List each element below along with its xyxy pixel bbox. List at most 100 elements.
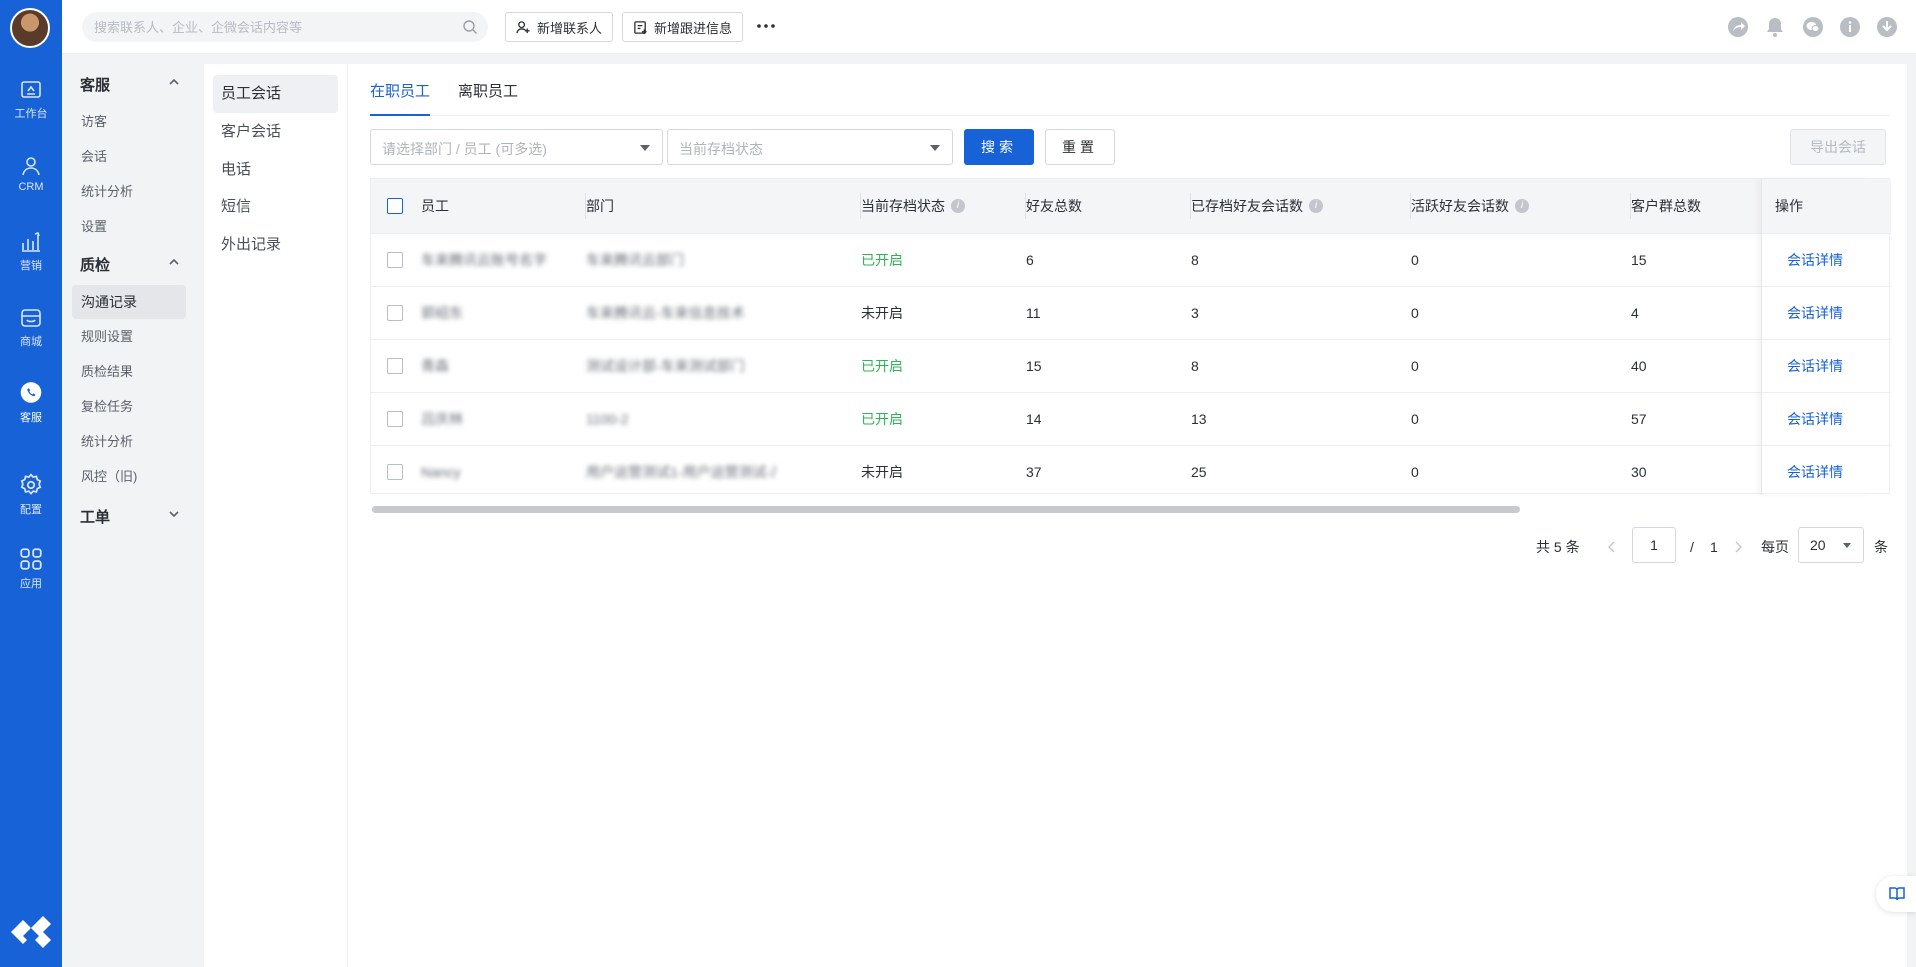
search-button[interactable]: 搜索 [964,129,1034,165]
cell-friends: 11 [1026,305,1041,321]
row-checkbox[interactable] [387,464,403,480]
nav-item-results[interactable]: 质检结果 [72,355,186,389]
nav-group-label: 质检 [80,257,111,274]
gear-icon [20,473,42,495]
pagination-total: 共 5 条 [1536,539,1580,555]
rail-item-config[interactable]: 配置 [0,472,62,528]
search-icon[interactable] [462,19,478,35]
grid-icon [20,548,42,570]
help-docs-button[interactable] [1876,876,1916,912]
next-page-icon[interactable] [1734,541,1742,553]
caret-down-icon [640,145,650,151]
info-icon[interactable]: i [1515,199,1529,214]
archive-status-select[interactable]: 当前存档状态 [667,129,953,165]
page-number-input[interactable] [1632,527,1676,563]
row-checkbox[interactable] [387,411,403,427]
prev-page-icon[interactable] [1608,541,1616,553]
more-icon[interactable] [754,16,778,36]
rail-item-crm[interactable]: CRM [0,154,62,210]
info-icon[interactable]: i [1309,199,1323,214]
nav-group-zhijian[interactable]: 质检 [80,254,180,275]
rail-item-workbench[interactable]: 工作台 [0,78,62,134]
th-friends: 好友总数 [1026,179,1191,233]
nav-group-label: 客服 [80,77,111,94]
cell-status: 已开启 [861,358,903,374]
nav-item-rules[interactable]: 规则设置 [72,320,186,354]
th-employee: 员工 [421,179,586,233]
cell-groups: 4 [1631,305,1639,321]
reset-button[interactable]: 重置 [1045,129,1115,165]
row-checkbox[interactable] [387,358,403,374]
cell-employee: 车来腾讯云账号名字 [421,252,547,268]
nav3-item-outing[interactable]: 外出记录 [213,226,338,264]
nav-item-session[interactable]: 会话 [72,140,186,174]
rail-item-mall[interactable]: 商城 [0,306,62,362]
cell-employee: 吕庆林 [421,411,463,427]
nav-item-settings[interactable]: 设置 [72,210,186,244]
nav-item-visitor[interactable]: 访客 [72,105,186,139]
rail-item-apps[interactable]: 应用 [0,546,62,602]
wechat-work-icon[interactable] [1802,16,1824,38]
nav-group-gongdan[interactable]: 工单 [80,506,180,527]
th-label: 客户群总数 [1631,198,1701,214]
bell-icon[interactable] [1764,16,1786,38]
nav3-item-employee-session[interactable]: 员工会话 [213,75,338,113]
caret-down-icon [1843,543,1851,548]
cell-friends: 15 [1026,358,1042,374]
row-checkbox[interactable] [387,252,403,268]
rail-item-marketing[interactable]: 营销 [0,230,62,286]
nav3-item-phone[interactable]: 电话 [213,151,338,189]
nav3-item-sms[interactable]: 短信 [213,188,338,226]
per-page-label: 每页 [1761,539,1789,555]
rail-item-kefu[interactable]: 客服 [0,380,62,436]
left-rail: 工作台 CRM 营销 商城 客服 配置 应用 [0,0,62,967]
table-header: 员工 部门 当前存档状态 i 好友总数 已存档好友会话数 i 活跃好友会话数 i 客户… [371,179,1891,233]
rail-label: 工作台 [14,108,48,120]
search-input[interactable] [94,12,454,42]
share-icon[interactable] [1727,16,1749,38]
cell-active: 0 [1411,358,1419,374]
person-icon [22,157,40,176]
shop-icon [21,309,41,327]
dept-employee-select[interactable]: 请选择部门 / 员工 (可多选) [370,129,663,165]
select-all-checkbox[interactable] [387,198,403,214]
actions-column-divider [1761,179,1871,495]
rail-label: CRM [18,181,44,193]
page-size-select[interactable]: 20 [1798,527,1864,563]
nav-item-comm-records[interactable]: 沟通记录 [72,285,186,319]
cell-employee: 郭绍东 [421,305,463,321]
add-contact-button[interactable]: 新增联系人 [505,12,614,42]
table-horizontal-scrollbar[interactable] [370,504,1890,514]
nav3-item-customer-session[interactable]: 客户会话 [213,113,338,151]
page-size-value: 20 [1810,537,1826,553]
nav-item-recheck[interactable]: 复检任务 [72,390,186,424]
nav-group-label: 工单 [80,509,111,526]
download-icon[interactable] [1876,16,1898,38]
tab-active-employees[interactable]: 在职员工 [370,80,431,116]
nav-item-stats[interactable]: 统计分析 [72,175,186,209]
th-groups: 客户群总数 [1631,179,1761,233]
add-user-icon [516,20,530,33]
th-active-sessions: 活跃好友会话数 i [1411,179,1631,233]
dashboard-icon [21,81,41,98]
add-followup-button[interactable]: 新增跟进信息 [622,12,744,42]
th-archive-status: 当前存档状态 i [861,179,1026,233]
export-sessions-button[interactable]: 导出会话 [1790,129,1886,165]
nav-item-stats2[interactable]: 统计分析 [72,425,186,459]
scrollbar-thumb[interactable] [372,506,1520,513]
cell-status: 已开启 [861,252,903,268]
row-checkbox[interactable] [387,305,403,321]
cell-archived: 8 [1191,252,1199,268]
nav-item-risk-old[interactable]: 风控（旧) [72,460,186,494]
th-label: 已存档好友会话数 [1191,198,1303,214]
rail-label: 营销 [20,260,42,272]
module-nav: 客服 访客 会话 统计分析 设置 质检 沟通记录 规则设置 质检结果 复检任务 … [62,54,196,967]
avatar[interactable] [10,8,50,48]
th-label: 当前存档状态 [861,198,945,214]
cell-dept: 车来腾讯云部门 [586,252,684,268]
nav-group-kefu[interactable]: 客服 [80,74,180,95]
tab-left-employees[interactable]: 离职员工 [458,80,518,116]
info-icon[interactable]: i [951,199,965,214]
dept-select-placeholder: 请选择部门 / 员工 (可多选) [382,141,547,157]
info-icon[interactable] [1839,16,1861,38]
